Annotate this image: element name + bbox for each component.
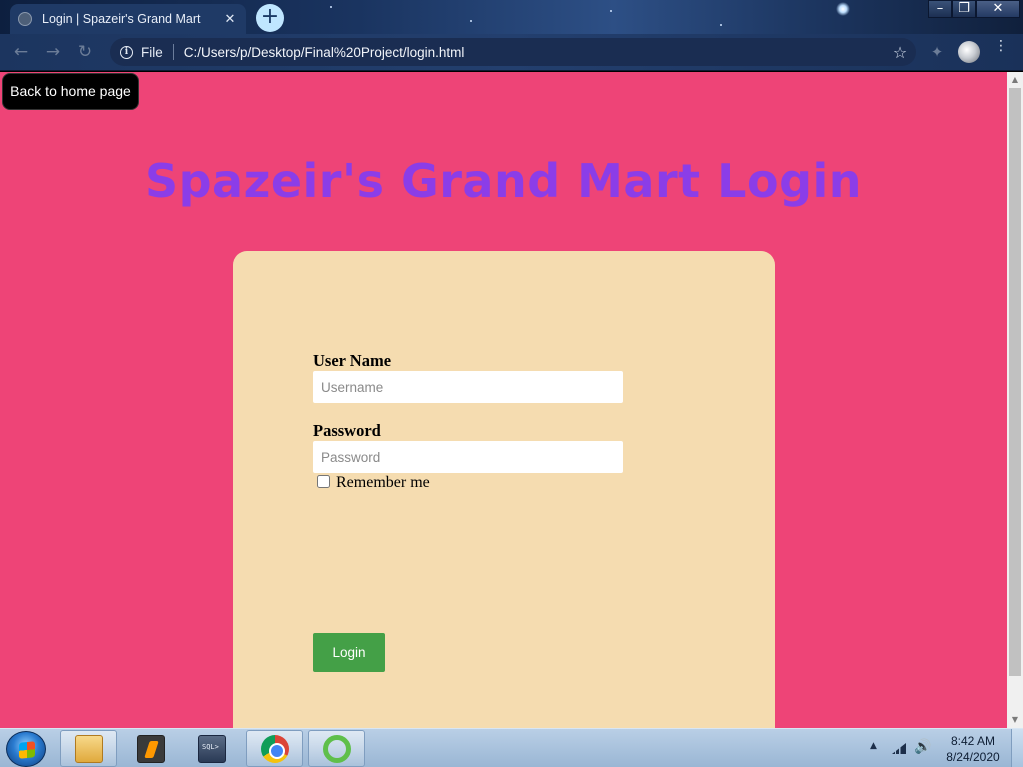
reload-icon[interactable]: ↻ [74,41,96,63]
remember-me-checkbox[interactable] [317,475,330,488]
green-app-icon [323,735,351,763]
taskbar-sql-plus[interactable] [183,730,240,767]
minimize-window-button[interactable]: – [928,0,952,18]
windows-taskbar: ▲ 🔊 8:42 AM 8/24/2020 [0,728,1023,767]
extension-puzzle-icon[interactable]: ✦ [928,43,946,61]
browser-titlebar: Login | Spazeir's Grand Mart ✕ + – ❐ ✕ [0,0,1023,34]
page-viewport: Back to home page Spazeir's Grand Mart L… [0,72,1007,728]
clock-time: 8:42 AM [950,734,996,748]
show-desktop-button[interactable] [1011,729,1023,767]
chrome-icon [261,735,289,763]
clock-date: 8/24/2020 [946,750,1000,764]
back-arrow-icon[interactable]: ← [10,41,32,63]
maximize-window-button[interactable]: ❐ [952,0,976,18]
scrollbar-thumb[interactable] [1009,88,1021,676]
start-button[interactable] [6,731,46,767]
volume-icon[interactable]: 🔊 [914,739,931,755]
page-title: Spazeir's Grand Mart Login [144,154,863,208]
close-tab-icon[interactable]: ✕ [222,12,238,27]
browser-menu-icon[interactable]: ⋮ [994,39,1008,61]
login-button[interactable]: Login [313,633,385,672]
taskbar-file-explorer[interactable] [60,730,117,767]
password-input[interactable] [313,441,623,473]
username-label: User Name [313,351,392,370]
tab-title: Login | Spazeir's Grand Mart [42,12,201,26]
close-window-button[interactable]: ✕ [976,0,1020,18]
folder-icon [75,735,103,763]
show-hidden-icons-icon[interactable]: ▲ [870,741,877,751]
profile-avatar-icon[interactable] [958,41,980,63]
taskbar-sublime-text[interactable] [122,730,179,767]
taskbar-chrome[interactable] [246,730,303,767]
new-tab-button[interactable]: + [256,4,284,32]
forward-arrow-icon[interactable]: → [42,41,64,63]
sql-terminal-icon [198,735,226,763]
address-bar[interactable]: i File C:/Users/p/Desktop/Final%20Projec… [110,38,916,66]
password-label: Password [313,421,381,440]
username-input[interactable] [313,371,623,403]
starfield-decoration [470,20,472,22]
globe-icon [18,12,32,26]
url-text[interactable]: C:/Users/p/Desktop/Final%20Project/login… [184,45,888,60]
starfield-decoration [720,24,722,26]
starfield-decoration [610,10,612,12]
browser-toolbar: ← → ↻ i File C:/Users/p/Desktop/Final%20… [0,34,1023,71]
bookmark-star-icon[interactable]: ☆ [888,43,912,62]
address-divider [172,44,174,60]
windows-logo-icon [19,741,35,759]
sublime-text-icon [137,735,165,763]
starfield-flare [836,2,850,16]
back-to-home-button[interactable]: Back to home page [2,73,139,110]
scheme-label: File [141,44,163,60]
system-clock[interactable]: 8:42 AM 8/24/2020 [940,733,1006,765]
browser-tab-active[interactable]: Login | Spazeir's Grand Mart ✕ [10,4,246,34]
login-card: User Name Password Remember me Login [233,251,775,728]
scroll-up-arrow-icon[interactable]: ▲ [1007,72,1023,88]
info-icon[interactable]: i [120,45,133,59]
remember-me-label: Remember me [336,474,430,491]
network-signal-icon[interactable] [892,743,906,754]
starfield-decoration [330,6,332,8]
scroll-down-arrow-icon[interactable]: ▼ [1007,712,1023,728]
taskbar-green-app[interactable] [308,730,365,767]
vertical-scrollbar[interactable]: ▲ ▼ [1007,72,1023,728]
